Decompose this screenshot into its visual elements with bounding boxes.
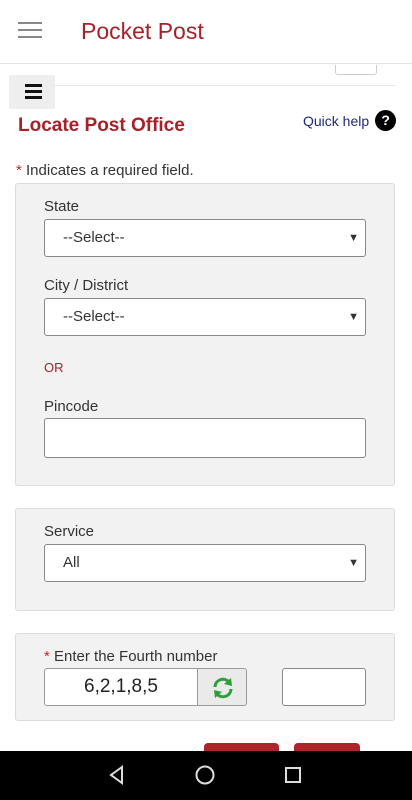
service-label: Service — [44, 523, 95, 540]
state-select[interactable]: --Select-- ▼ — [44, 219, 366, 257]
service-select-value: All — [63, 554, 80, 571]
captcha-label: * Enter the Fourth number — [44, 648, 217, 665]
captcha-label-text: Enter the Fourth number — [54, 648, 218, 665]
city-label: City / District — [44, 277, 129, 294]
page-title: Locate Post Office — [18, 115, 185, 136]
menu-icon-bar — [25, 96, 42, 99]
system-nav-bar — [0, 751, 412, 800]
pincode-label: Pincode — [44, 398, 99, 415]
dropdown-arrow-icon: ▼ — [348, 557, 359, 569]
page-menu-button[interactable] — [9, 75, 55, 109]
required-star: * — [44, 648, 50, 665]
app-title: Pocket Post — [81, 18, 204, 44]
app-bar: Pocket Post — [0, 0, 412, 64]
state-label: State — [44, 198, 80, 215]
webview-content[interactable]: Locate Post Office Quick help ? * Indica… — [0, 65, 412, 751]
required-note-text: Indicates a required field. — [26, 162, 194, 179]
dropdown-arrow-icon: ▼ — [348, 232, 359, 244]
hamburger-menu-icon[interactable] — [18, 22, 42, 40]
location-panel: State --Select-- ▼ City / District --Sel… — [15, 183, 395, 486]
partial-button[interactable] — [335, 65, 377, 75]
refresh-icon — [213, 677, 233, 699]
quick-help-link[interactable]: Quick help ? — [303, 110, 397, 131]
state-select-value: --Select-- — [63, 229, 125, 246]
help-icon[interactable]: ? — [375, 110, 397, 131]
captcha-panel: * Enter the Fourth number 6,2,1,8,5 — [15, 633, 395, 721]
required-note: * Indicates a required field. — [16, 162, 194, 179]
top-strip — [0, 65, 412, 86]
captcha-answer-input[interactable] — [282, 668, 366, 706]
service-select[interactable]: All ▼ — [44, 544, 366, 582]
quick-help-label[interactable]: Quick help — [303, 113, 369, 129]
divider — [16, 85, 396, 86]
dropdown-arrow-icon: ▼ — [348, 311, 359, 323]
city-select-value: --Select-- — [63, 308, 125, 325]
pincode-input[interactable] — [44, 418, 366, 458]
menu-icon-bar — [25, 84, 42, 87]
menu-icon-bar — [25, 90, 42, 93]
city-select[interactable]: --Select-- ▼ — [44, 298, 366, 336]
recents-icon[interactable] — [283, 765, 303, 785]
captcha-code: 6,2,1,8,5 — [44, 668, 198, 706]
required-star: * — [16, 162, 22, 179]
back-icon[interactable] — [107, 765, 127, 785]
home-icon[interactable] — [194, 764, 216, 786]
reset-button[interactable] — [294, 743, 360, 751]
service-panel: Service All ▼ — [15, 508, 395, 611]
submit-button[interactable] — [204, 743, 279, 751]
or-separator: OR — [44, 360, 64, 375]
captcha-refresh-button[interactable] — [197, 668, 247, 706]
